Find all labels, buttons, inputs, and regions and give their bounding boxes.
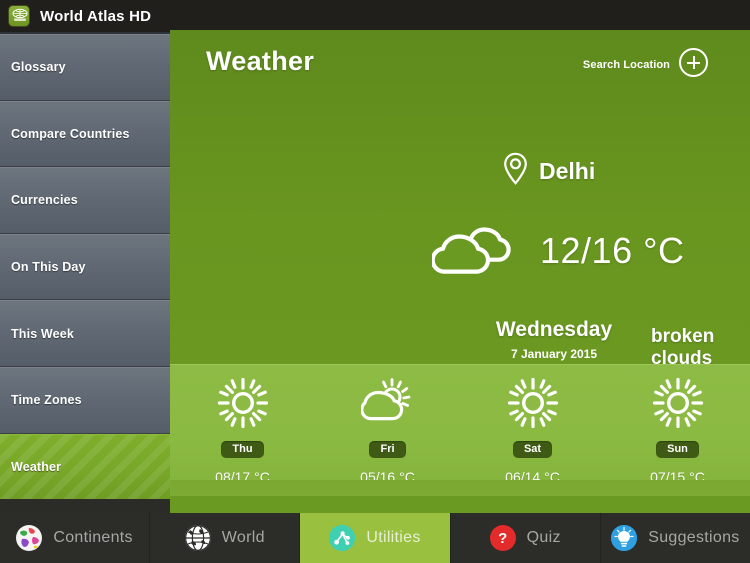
tab-label: Utilities [366,529,421,546]
forecast-day-label: Fri [369,441,406,458]
globe-color-icon [16,525,43,551]
forecast-day-label: Sun [656,441,699,458]
sidebar-item-on-this-day[interactable]: On This Day [0,233,170,301]
sidebar-item-label: Glossary [11,60,66,75]
sidebar-bottom-cap [0,499,170,513]
current-weather-row: 12/16 °C [430,222,685,279]
tab-continents[interactable]: Continents [0,513,151,563]
tab-utilities[interactable]: Utilities [300,513,451,563]
app-title: World Atlas HD [40,7,152,25]
sidebar-item-label: Weather [11,459,62,474]
forecast-bottom-bar [170,480,750,496]
panel-header: Weather Search Location [170,30,750,77]
title-bar: World Atlas HD [0,0,750,32]
app-window: World Atlas HD Glossary Compare Countrie… [0,0,750,563]
tab-quiz[interactable]: ? Quiz [451,513,601,563]
sidebar-item-label: Currencies [11,193,78,208]
sun-icon [651,376,705,435]
sidebar-item-label: Time Zones [11,393,82,408]
sidebar-item-currencies[interactable]: Currencies [0,167,170,234]
tab-suggestions[interactable]: Suggestions [601,513,750,563]
map-pin-icon [503,152,528,190]
sun-cloud-icon [359,376,415,435]
plus-circle-icon[interactable] [679,48,708,77]
tab-label: Quiz [526,529,561,546]
city-row: Delhi [503,152,595,190]
forecast-day-label: Sat [512,441,553,458]
tab-bar: Continents World Utilities ? Quiz Sugges… [0,513,750,563]
day-date: 7 January 2015 [510,347,598,361]
sidebar-item-this-week[interactable]: This Week [0,300,170,367]
utilities-icon [329,525,356,551]
tab-label: Continents [53,529,133,546]
forecast-day-label: Thu [221,441,264,458]
city-name: Delhi [539,157,596,184]
day-name: Wednesday [495,318,613,341]
question-icon: ? [489,525,516,551]
sidebar: Glossary Compare Countries Currencies On… [0,32,170,513]
sidebar-item-label: This Week [11,326,74,341]
lightbulb-icon [611,525,638,551]
globe-icon [184,525,211,551]
page-title: Weather [206,46,315,76]
sidebar-item-label: Compare Countries [11,126,130,141]
weather-panel: Weather Search Location Delhi 12/16 °C W… [170,30,750,513]
sidebar-item-label: On This Day [11,260,86,275]
tab-world[interactable]: World [150,513,301,563]
broken-clouds-icon [430,222,518,279]
sidebar-item-time-zones[interactable]: Time Zones [0,366,170,434]
forecast-cell-sat[interactable]: Sat 06/14 °C [460,365,605,496]
sidebar-item-compare-countries[interactable]: Compare Countries [0,100,170,168]
forecast-cell-sun[interactable]: Sun 07/15 °C [605,365,750,496]
tab-label: Suggestions [648,529,740,546]
search-location-label: Search Location [582,58,670,71]
current-temperature: 12/16 °C [540,229,685,271]
sun-icon [216,376,270,435]
world-atlas-app-icon [8,5,30,27]
search-location-button[interactable]: Search Location [582,48,708,77]
sidebar-item-weather[interactable]: Weather [0,433,170,501]
forecast-cell-fri[interactable]: Fri 05/16 °C [315,365,460,496]
current-day-block: Wednesday 7 January 2015 [492,318,616,361]
tab-label: World [221,529,265,546]
sun-icon [506,376,560,435]
forecast-strip: Thu 08/17 °C Fri 05/16 °C Sat 06/14 °C S… [170,364,750,496]
forecast-cell-thu[interactable]: Thu 08/17 °C [170,365,315,496]
sidebar-item-glossary[interactable]: Glossary [0,34,170,101]
